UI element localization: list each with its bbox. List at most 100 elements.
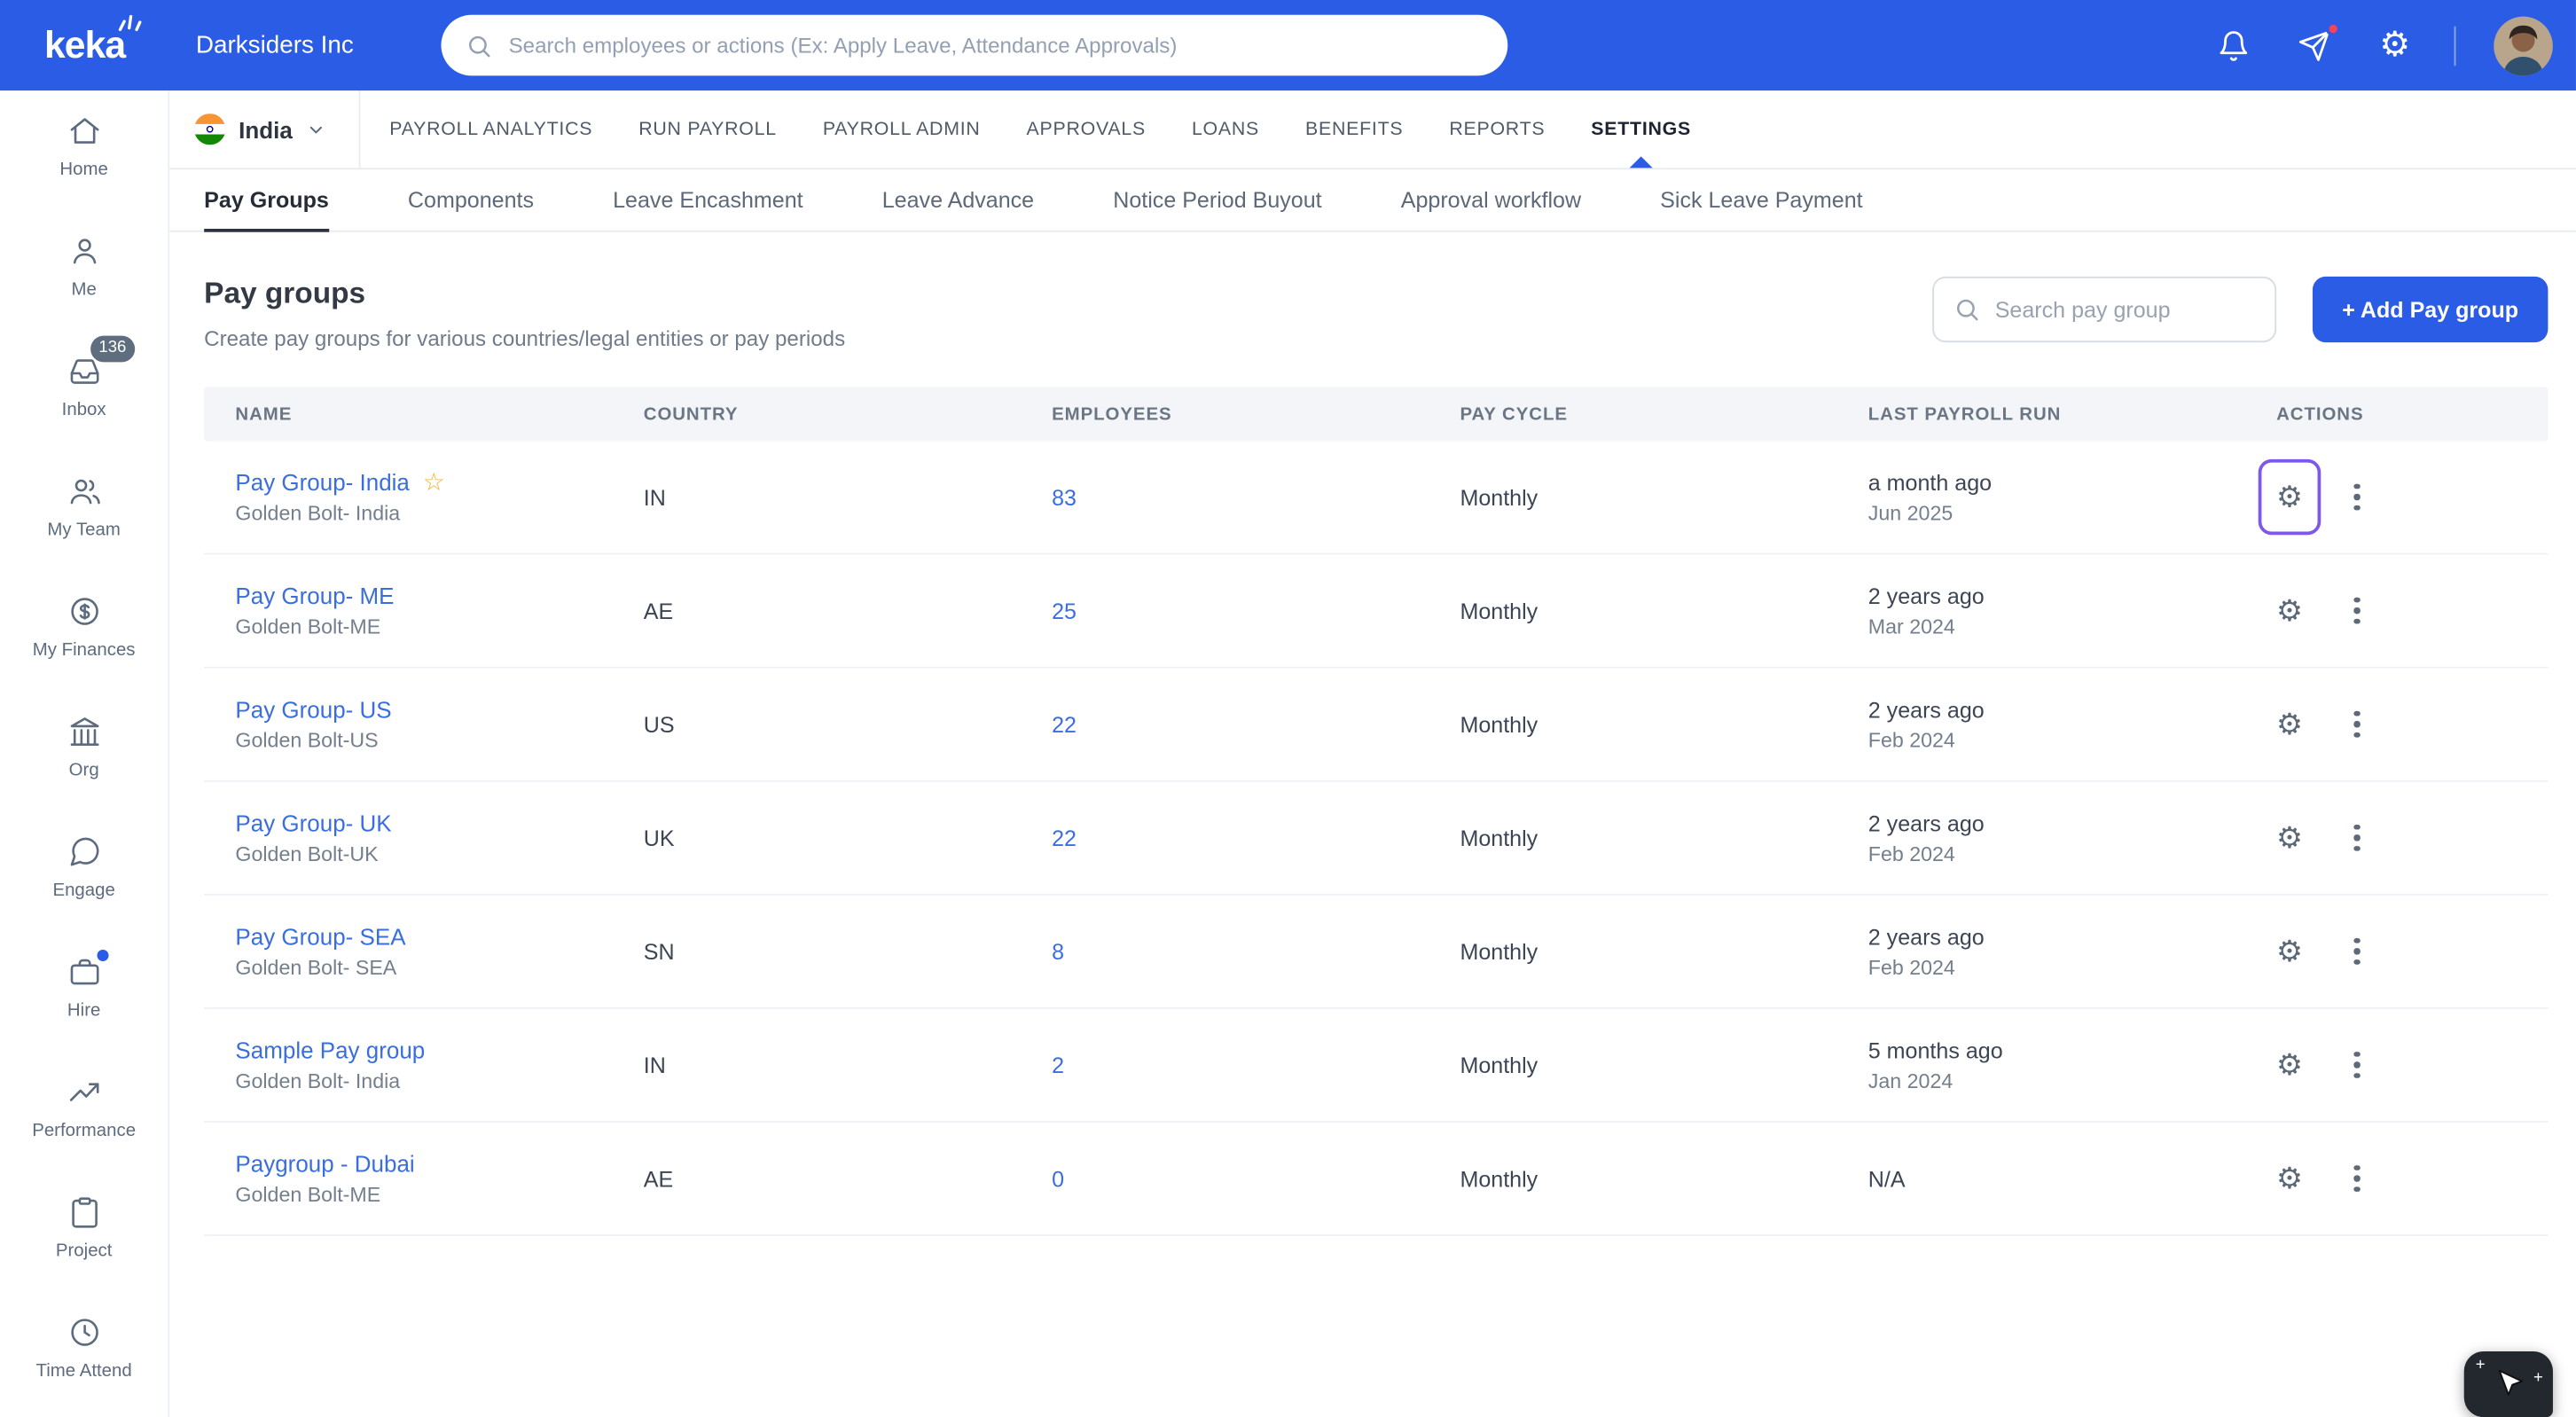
row-menu-button[interactable] (2344, 1042, 2369, 1089)
pay-group-name-link[interactable]: Pay Group- SEA (235, 923, 405, 950)
nav-payroll-admin[interactable]: PAYROLL ADMIN (823, 90, 981, 168)
pay-group-search-input[interactable] (1994, 297, 2255, 322)
sidebar-item-label: Me (71, 279, 97, 300)
row-menu-button[interactable] (2344, 474, 2369, 521)
company-name: Darksiders Inc (195, 31, 354, 59)
table-row: Pay Group- SEA Golden Bolt- SEA SN 8 Mon… (204, 896, 2549, 1009)
star-icon[interactable]: ☆ (423, 470, 445, 495)
last-run: 2 years ago (1867, 810, 1985, 836)
pay-group-settings-button[interactable]: ⚙ (2259, 1027, 2322, 1102)
search-icon (1957, 299, 1978, 321)
sidebar-item-my-team[interactable]: My Team (0, 451, 168, 572)
avatar[interactable] (2494, 15, 2553, 75)
row-menu-button[interactable] (2344, 814, 2369, 861)
sidebar-item-time-attend[interactable]: Time Attend (0, 1292, 168, 1413)
legal-entity: Golden Bolt-ME (235, 1183, 381, 1207)
employees-count-link[interactable]: 0 (1052, 1166, 1064, 1191)
country-code: SN (643, 938, 675, 964)
sidebar-item-performance[interactable]: Performance (0, 1052, 168, 1172)
pay-group-settings-button[interactable]: ⚙ (2259, 686, 2322, 762)
last-run-date: Jan 2024 (1867, 1069, 1954, 1092)
country-name: India (239, 115, 293, 143)
country-selector[interactable]: India (169, 90, 360, 168)
nav-reports[interactable]: REPORTS (1449, 90, 1545, 168)
pay-group-settings-button[interactable]: ⚙ (2259, 800, 2322, 875)
pay-groups-table: NAME COUNTRY EMPLOYEES PAY CYCLE LAST PA… (204, 387, 2549, 1237)
hire-new-dot (97, 950, 109, 962)
tab-leave-advance[interactable]: Leave Advance (882, 169, 1034, 231)
country-code: IN (643, 484, 666, 510)
sidebar-item-project[interactable]: Project (0, 1172, 168, 1293)
search-icon (469, 35, 490, 57)
nav-payroll-analytics[interactable]: PAYROLL ANALYTICS (389, 90, 592, 168)
add-pay-group-button[interactable]: + Add Pay group (2312, 276, 2549, 343)
sidebar-item-label: Inbox (61, 400, 106, 420)
pay-group-name-link[interactable]: Paygroup - Dubai (235, 1150, 414, 1177)
country-code: AE (643, 1166, 674, 1191)
nav-settings[interactable]: SETTINGS (1591, 90, 1691, 168)
sidebar-item-org[interactable]: Org (0, 692, 168, 812)
sidebar-item-home[interactable]: Home (0, 90, 168, 211)
tab-components[interactable]: Components (408, 169, 534, 231)
topbar-divider (2454, 25, 2456, 66)
nav-approvals[interactable]: APPROVALS (1027, 90, 1146, 168)
tab-leave-encashment[interactable]: Leave Encashment (613, 169, 803, 231)
sidebar-item-label: Engage (52, 881, 115, 901)
avatar-image (2494, 15, 2553, 75)
last-run-date: Mar 2024 (1867, 615, 1955, 638)
notification-dot (2325, 20, 2341, 35)
notifications-button[interactable] (2212, 24, 2255, 67)
row-menu-button[interactable] (2344, 701, 2369, 748)
nav-loans[interactable]: LOANS (1192, 90, 1259, 168)
row-menu-button[interactable] (2344, 587, 2369, 634)
employees-count-link[interactable]: 22 (1052, 712, 1077, 737)
sidebar-item-engage[interactable]: Engage (0, 811, 168, 932)
sidebar-item-me[interactable]: Me (0, 211, 168, 332)
pay-group-name-link[interactable]: Pay Group- India (235, 469, 409, 496)
gear-icon: ⚙ (2275, 481, 2303, 514)
keka-logo-text: keka (43, 22, 126, 67)
announcements-button[interactable] (2293, 20, 2341, 67)
table-row: Paygroup - Dubai Golden Bolt-ME AE 0 Mon… (204, 1123, 2549, 1237)
employees-count-link[interactable]: 2 (1052, 1053, 1064, 1077)
employees-count-link[interactable]: 25 (1052, 599, 1077, 623)
clock-icon (70, 1319, 98, 1346)
pay-group-settings-button[interactable]: ⚙ (2258, 458, 2322, 536)
nav-benefits[interactable]: BENEFITS (1305, 90, 1403, 168)
pay-group-settings-button[interactable]: ⚙ (2259, 573, 2322, 648)
sidebar-item-label: My Finances (32, 640, 136, 661)
column-header-employees: EMPLOYEES (1052, 403, 1172, 424)
sidebar: Home Me 136 Inbox My Team My Finances Or… (0, 90, 170, 1417)
global-search-input[interactable] (508, 33, 1484, 58)
sidebar-item-hire[interactable]: Hire (0, 932, 168, 1053)
org-icon (69, 717, 98, 746)
sparkle-icon: + (2533, 1369, 2543, 1388)
tab-approval-workflow[interactable]: Approval workflow (1401, 169, 1581, 231)
row-menu-button[interactable] (2344, 928, 2369, 975)
employees-count-link[interactable]: 8 (1052, 939, 1064, 964)
pay-group-settings-button[interactable]: ⚙ (2259, 913, 2322, 989)
row-menu-button[interactable] (2344, 1155, 2369, 1202)
pay-group-name-link[interactable]: Pay Group- ME (235, 583, 394, 609)
page-subtitle: Create pay groups for various countries/… (204, 325, 846, 351)
hire-icon (69, 959, 98, 985)
sidebar-item-my-finances[interactable]: My Finances (0, 571, 168, 692)
pay-group-name-link[interactable]: Pay Group- UK (235, 810, 391, 836)
sidebar-item-inbox[interactable]: 136 Inbox (0, 331, 168, 451)
tab-pay-groups[interactable]: Pay Groups (204, 169, 329, 232)
pay-group-name-link[interactable]: Sample Pay group (235, 1037, 425, 1063)
pay-group-name-link[interactable]: Pay Group- US (235, 696, 391, 723)
tab-notice-period-buyout[interactable]: Notice Period Buyout (1113, 169, 1321, 231)
keka-logo[interactable]: keka (0, 0, 169, 90)
settings-button[interactable]: ⚙ (2374, 24, 2416, 67)
pay-group-search[interactable] (1932, 276, 2277, 343)
employees-count-link[interactable]: 22 (1052, 826, 1077, 850)
global-search[interactable] (441, 14, 1508, 76)
pay-group-settings-button[interactable]: ⚙ (2259, 1140, 2322, 1216)
tab-sick-leave-payment[interactable]: Sick Leave Payment (1660, 169, 1862, 231)
employees-count-link[interactable]: 83 (1052, 485, 1077, 510)
legal-entity: Golden Bolt- India (235, 502, 401, 526)
sidebar-item-label: Home (59, 160, 108, 180)
table-row: Pay Group- UK Golden Bolt-UK UK 22 Month… (204, 782, 2549, 896)
nav-run-payroll[interactable]: RUN PAYROLL (638, 90, 777, 168)
